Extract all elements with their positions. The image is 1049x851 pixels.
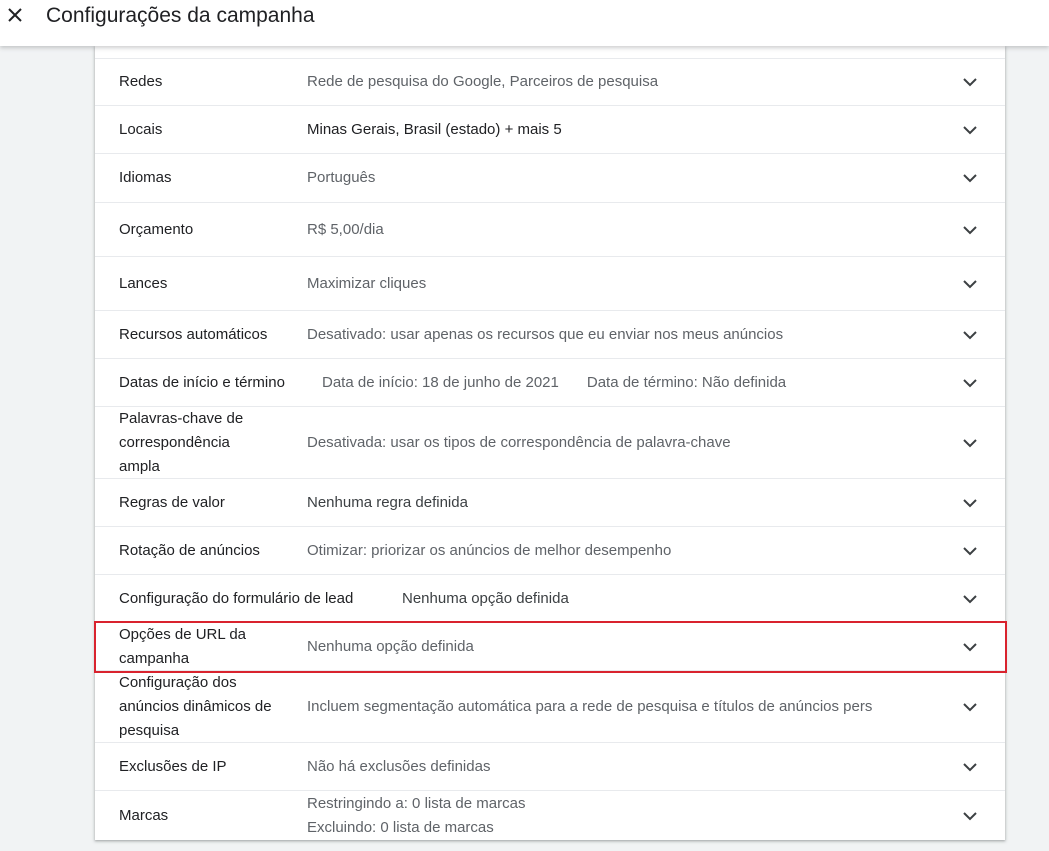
settings-row-orcamento[interactable]: Orçamento R$ 5,00/dia (95, 202, 1005, 256)
chevron-down-icon[interactable] (961, 275, 979, 293)
row-label: Redes (119, 73, 163, 90)
settings-row-palavras-chave[interactable]: Palavras-chave de correspondência ampla … (95, 406, 1005, 478)
row-label-line: campanha (119, 649, 190, 667)
row-label: Marcas (119, 806, 169, 824)
top-app-bar: Configurações da campanha (0, 0, 1049, 46)
row-label: Configuração do formulário de lead (119, 589, 354, 607)
row-label-line: anúncios dinâmicos de (119, 697, 272, 715)
row-value: Maximizar cliques (307, 274, 427, 292)
row-label: Datas de início e término (119, 373, 285, 391)
chevron-down-icon[interactable] (961, 807, 979, 825)
row-label: Configuração dos anúncios dinâmicos de p… (119, 671, 272, 742)
row-label-line: Configuração dos (119, 673, 237, 691)
settings-row-datas[interactable]: Datas de início e término Data de início… (95, 358, 1005, 406)
row-label: Regras de valor (119, 493, 225, 511)
row-value: Não há exclusões definidas (307, 757, 491, 775)
row-value: Nenhuma regra definida (307, 493, 468, 511)
row-label: Idiomas (119, 169, 172, 186)
chevron-down-icon[interactable] (961, 221, 979, 239)
row-value: Restringindo a: 0 lista de marcas Exclui… (307, 791, 937, 840)
row-label-line: pesquisa (119, 721, 180, 739)
close-button[interactable] (4, 4, 26, 26)
chevron-down-icon[interactable] (961, 326, 979, 344)
row-value: R$ 5,00/dia (307, 220, 384, 238)
settings-row-recursos-automaticos[interactable]: Recursos automáticos Desativado: usar ap… (95, 310, 1005, 358)
settings-row-anuncios-dinamicos[interactable]: Configuração dos anúncios dinâmicos de p… (95, 670, 1005, 742)
row-label: Palavras-chave de correspondência ampla (119, 407, 243, 478)
row-label-line: Palavras-chave de (119, 409, 244, 427)
row-value: Português (307, 169, 376, 186)
settings-row-regras-de-valor[interactable]: Regras de valor Nenhuma regra definida (95, 478, 1005, 526)
row-label: Locais (119, 120, 163, 138)
chevron-down-icon[interactable] (961, 121, 979, 139)
chevron-down-icon[interactable] (961, 374, 979, 392)
chevron-down-icon[interactable] (961, 590, 979, 608)
row-value: Minas Gerais, Brasil (estado) + mais 5 (307, 120, 562, 138)
settings-row-rotacao-de-anuncios[interactable]: Rotação de anúncios Otimizar: priorizar … (95, 526, 1005, 574)
settings-row-opcoes-de-url[interactable]: Opções de URL da campanha Nenhuma opção … (95, 622, 1005, 670)
row-label-line: Opções de URL da (119, 625, 247, 643)
chevron-down-icon[interactable] (961, 434, 979, 452)
row-value: Rede de pesquisa do Google, Parceiros de… (307, 73, 659, 90)
chevron-down-icon[interactable] (961, 698, 979, 716)
row-label: Opções de URL da campanha (119, 623, 246, 670)
row-label: Orçamento (119, 220, 194, 238)
end-date: Data de término: Não definida (586, 373, 787, 391)
chevron-down-icon[interactable] (961, 758, 979, 776)
row-value: Desativada: usar os tipos de correspondê… (307, 433, 731, 451)
chevron-down-icon[interactable] (961, 73, 979, 91)
settings-row-formulario-de-lead[interactable]: Configuração do formulário de lead Nenhu… (95, 574, 1005, 622)
row-label-line: correspondência (119, 433, 230, 451)
settings-row-redes[interactable]: Redes Rede de pesquisa do Google, Parcei… (95, 58, 1005, 105)
settings-panel: Redes Rede de pesquisa do Google, Parcei… (95, 46, 1005, 840)
row-label: Recursos automáticos (119, 325, 268, 343)
row-value: Nenhuma opção definida (402, 589, 569, 607)
row-value: Desativado: usar apenas os recursos que … (307, 325, 784, 343)
row-label: Exclusões de IP (119, 757, 227, 775)
settings-row-marcas[interactable]: Marcas Restringindo a: 0 lista de marcas… (95, 790, 1005, 840)
start-date: Data de início: 18 de junho de 2021 (322, 373, 559, 391)
row-value: Nenhuma opção definida (307, 637, 474, 655)
chevron-down-icon[interactable] (961, 542, 979, 560)
row-label: Rotação de anúncios (119, 541, 260, 559)
settings-row-idiomas[interactable]: Idiomas Português (95, 153, 1005, 202)
row-value-line: Restringindo a: 0 lista de marcas (307, 794, 526, 812)
page-title: Configurações da campanha (46, 4, 315, 27)
chevron-down-icon[interactable] (961, 169, 979, 187)
close-icon (8, 8, 22, 22)
chevron-down-icon[interactable] (961, 638, 979, 656)
settings-row-locais[interactable]: Locais Minas Gerais, Brasil (estado) + m… (95, 105, 1005, 153)
settings-row-exclusoes-de-ip[interactable]: Exclusões de IP Não há exclusões definid… (95, 742, 1005, 790)
row-label: Lances (119, 274, 168, 292)
settings-row-lances[interactable]: Lances Maximizar cliques (95, 256, 1005, 310)
row-label-line: ampla (119, 457, 160, 475)
row-value: Otimizar: priorizar os anúncios de melho… (307, 541, 672, 559)
row-value: Data de início: 18 de junho de 2021 Data… (322, 359, 942, 406)
row-value: Incluem segmentação automática para a re… (307, 697, 873, 715)
chevron-down-icon[interactable] (961, 494, 979, 512)
row-value-line: Excluindo: 0 lista de marcas (307, 818, 494, 836)
